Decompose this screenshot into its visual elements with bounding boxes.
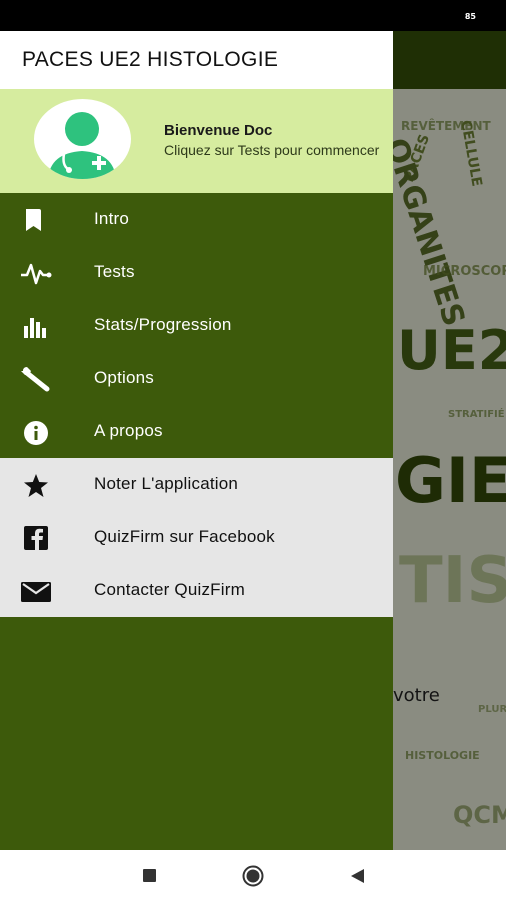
menu-item-label: Stats/Progression [94, 315, 232, 334]
wrench-icon [19, 365, 53, 393]
menu-item-label: Noter L'application [94, 474, 239, 493]
menu-item-tests[interactable]: Tests [0, 246, 393, 299]
recents-icon[interactable] [139, 865, 161, 887]
system-navigation-bar [0, 850, 506, 900]
menu-item-about[interactable]: A propos [0, 405, 393, 458]
doctor-avatar-icon [34, 99, 131, 179]
home-icon[interactable] [242, 865, 264, 887]
bookmark-icon [19, 206, 53, 234]
menu-item-label: Tests [94, 262, 135, 281]
menu-item-intro[interactable]: Intro [0, 193, 393, 246]
mail-icon [19, 577, 53, 605]
bar-chart-icon [19, 312, 53, 340]
menu-item-label: A propos [94, 421, 163, 440]
menu-item-label: QuizFirm sur Facebook [94, 527, 275, 546]
menu-item-label: Intro [94, 209, 130, 228]
welcome-name: Bienvenue Doc [164, 122, 273, 139]
pulse-icon [19, 259, 53, 287]
drawer-title-bar: PACES UE2 HISTOLOGIE [0, 31, 393, 89]
battery-level: 85 [464, 12, 476, 21]
menu-item-label: Options [94, 368, 154, 387]
navigation-drawer: PACES UE2 HISTOLOGIE Bienvenue Doc Cliqu… [0, 31, 393, 850]
drawer-header: Bienvenue Doc Cliquez sur Tests pour com… [0, 89, 393, 193]
menu-item-contact[interactable]: Contacter QuizFirm [0, 564, 393, 617]
status-bar: 85 [0, 0, 506, 31]
menu-item-stats[interactable]: Stats/Progression [0, 299, 393, 352]
info-icon [19, 418, 53, 446]
menu-item-options[interactable]: Options [0, 352, 393, 405]
menu-item-rate-app[interactable]: Noter L'application [0, 458, 393, 511]
star-icon [19, 471, 53, 499]
welcome-subtitle: Cliquez sur Tests pour commencer [164, 142, 380, 158]
back-icon[interactable] [347, 865, 369, 887]
facebook-icon [19, 524, 53, 552]
app-title: PACES UE2 HISTOLOGIE [22, 48, 279, 71]
menu-item-label: Contacter QuizFirm [94, 580, 245, 599]
menu-item-facebook[interactable]: QuizFirm sur Facebook [0, 511, 393, 564]
